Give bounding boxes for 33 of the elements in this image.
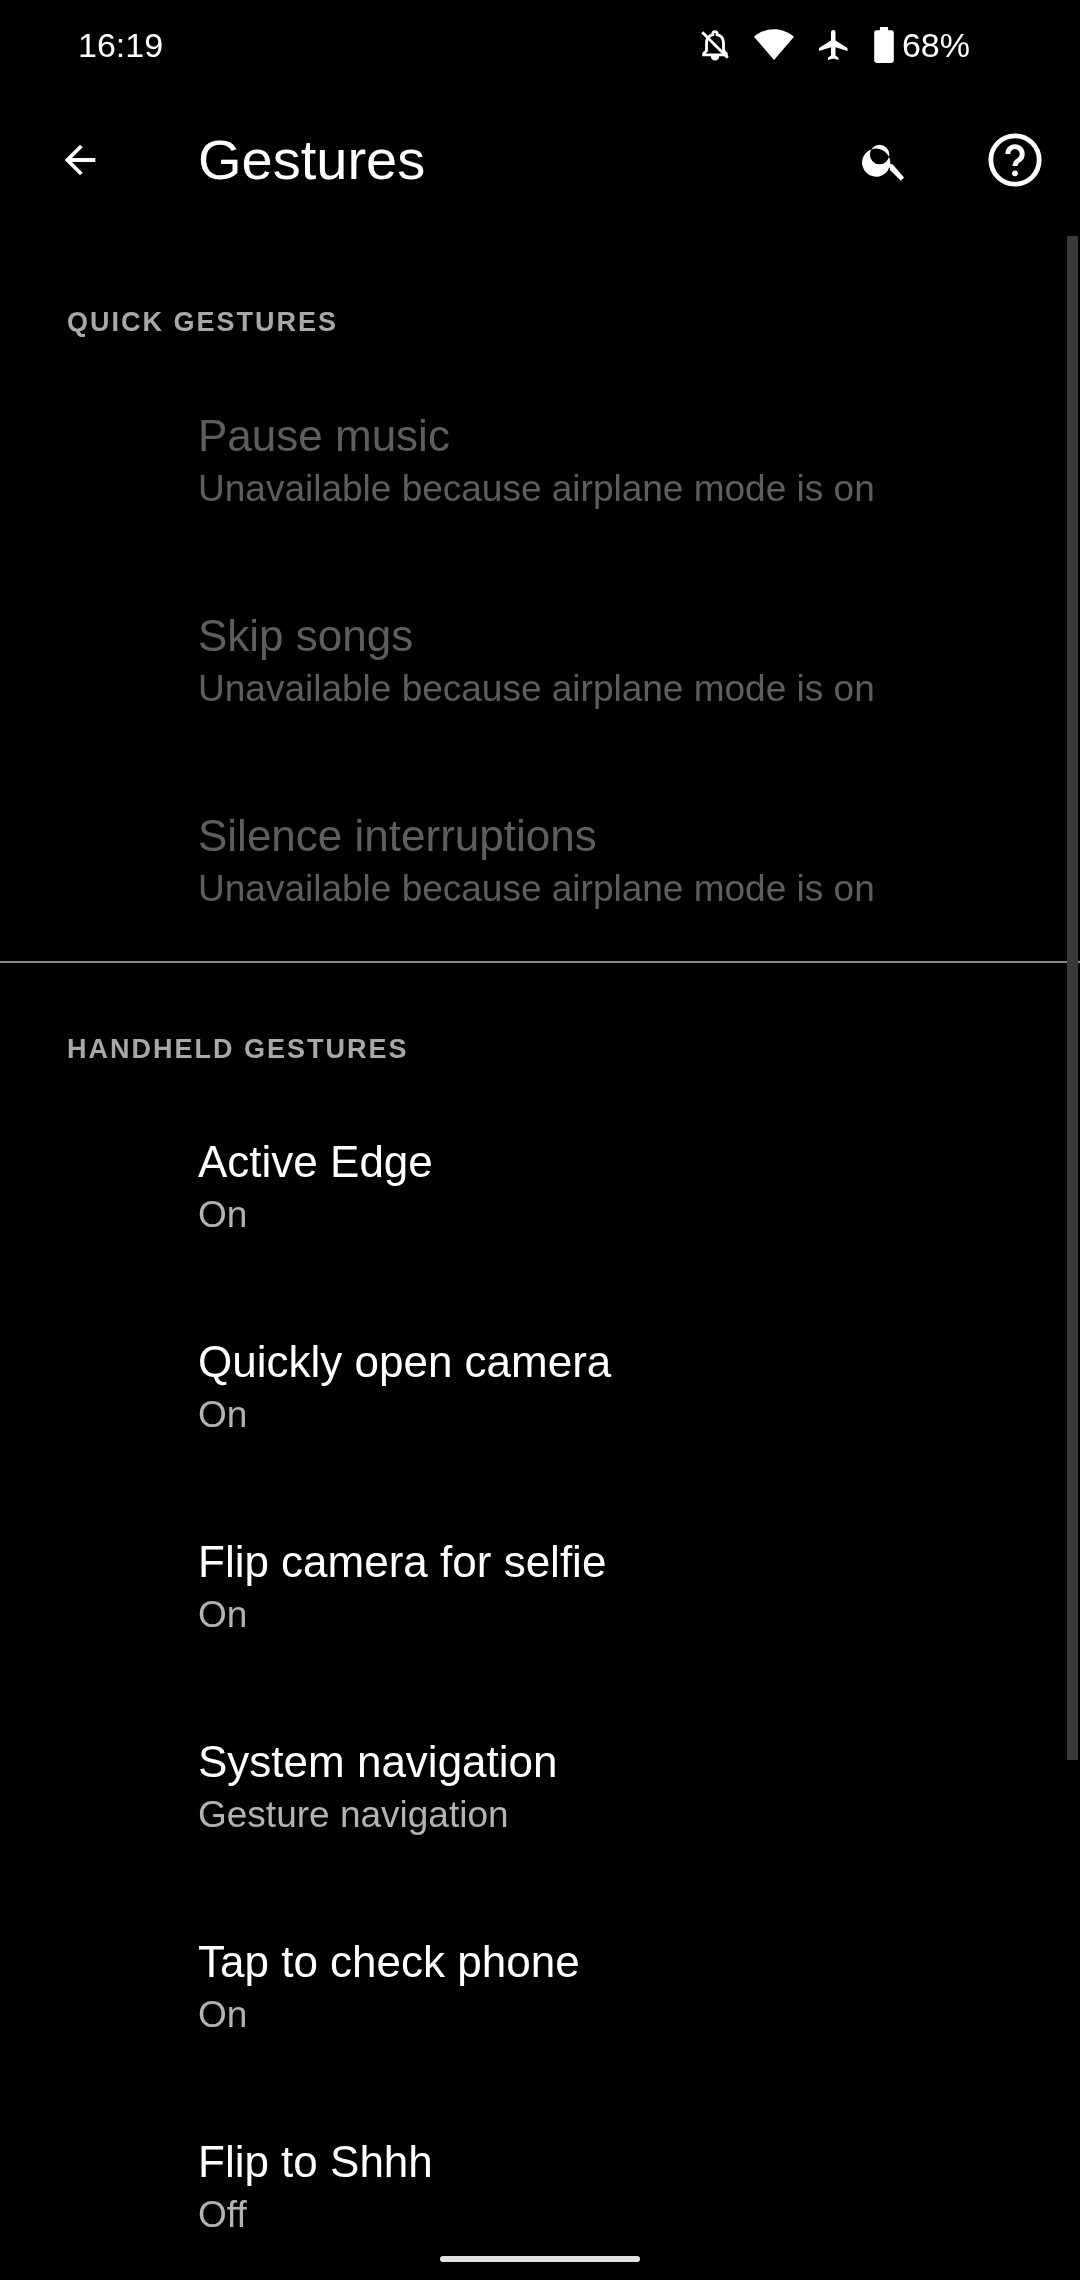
item-title: Quickly open camera: [198, 1336, 612, 1388]
settings-item[interactable]: System navigation Gesture navigation: [0, 1687, 1080, 1887]
help-icon: [986, 131, 1044, 189]
section-header: QUICK GESTURES: [67, 307, 339, 337]
settings-item[interactable]: Tap to check phone On: [0, 1887, 1080, 2087]
item-summary: Gesture navigation: [198, 1793, 509, 1837]
battery-percentage: 68%: [901, 24, 970, 66]
settings-item[interactable]: Active Edge On: [0, 1087, 1080, 1287]
item-summary: Unavailable because airplane mode is on: [198, 666, 875, 711]
item-summary: On: [198, 1193, 248, 1237]
wifi-icon: [753, 28, 794, 62]
settings-item[interactable]: Flip to Shhh Off: [0, 2087, 1080, 2280]
item-title: Active Edge: [198, 1136, 433, 1188]
item-title: System navigation: [198, 1736, 558, 1788]
item-summary: On: [198, 1593, 248, 1637]
navigation-handle[interactable]: [440, 2256, 640, 2262]
status-time: 16:19: [78, 24, 164, 66]
settings-item[interactable]: Quickly open camera On: [0, 1287, 1080, 1487]
item-summary: Unavailable because airplane mode is on: [198, 466, 875, 511]
item-summary: On: [198, 1993, 248, 2037]
battery-icon: [873, 27, 894, 63]
page-title: Gestures: [198, 127, 427, 193]
item-title: Tap to check phone: [198, 1936, 580, 1988]
item-title: Pause music: [198, 409, 450, 462]
settings-item[interactable]: Flip camera for selfie On: [0, 1487, 1080, 1687]
item-title: Flip to Shhh: [198, 2136, 433, 2188]
item-title: Silence interruptions: [198, 809, 597, 862]
item-summary: Off: [198, 2193, 247, 2237]
item-summary: Unavailable because airplane mode is on: [198, 866, 875, 911]
item-summary: On: [198, 1393, 248, 1437]
section-header: HANDHELD GESTURES: [67, 1033, 409, 1064]
item-title: Skip songs: [198, 609, 414, 662]
item-title: Flip camera for selfie: [198, 1536, 607, 1588]
